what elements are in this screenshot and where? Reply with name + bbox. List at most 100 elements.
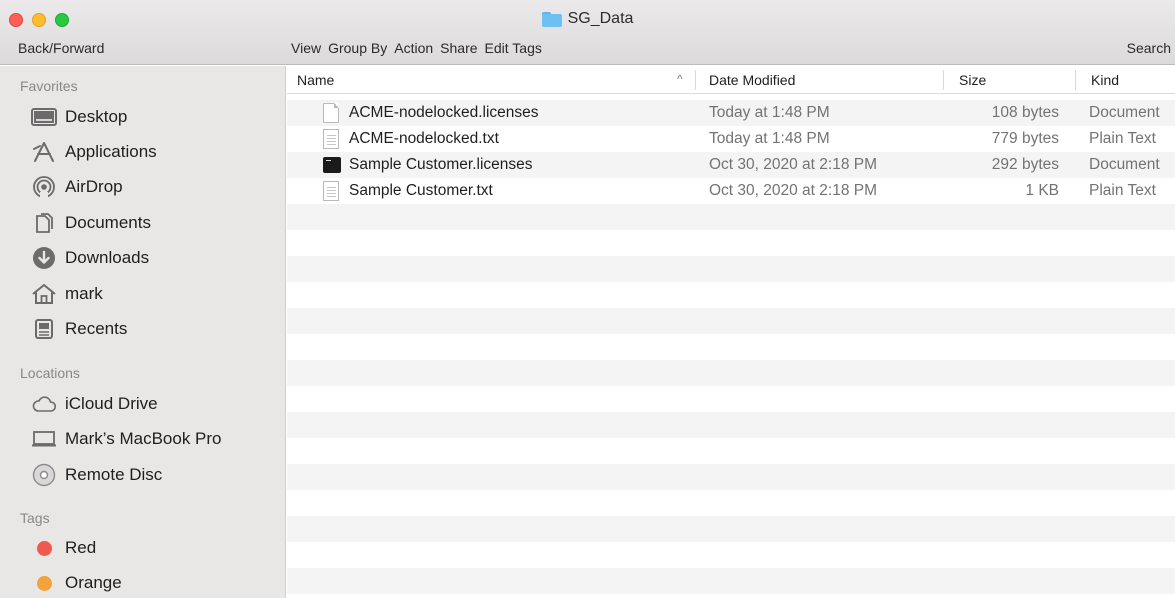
home-icon	[31, 283, 57, 305]
applications-icon	[31, 141, 57, 163]
file-size: 779 bytes	[991, 130, 1059, 147]
empty-row	[287, 256, 1175, 282]
back-forward-button[interactable]: Back/Forward	[18, 40, 104, 56]
empty-row	[287, 204, 1175, 230]
empty-row	[287, 360, 1175, 386]
folder-icon	[541, 11, 562, 27]
empty-row	[287, 334, 1175, 360]
column-divider[interactable]	[695, 70, 696, 90]
tag-red-icon	[37, 540, 52, 556]
sidebar-item-label: Applications	[65, 142, 157, 161]
file-kind: Document	[1089, 156, 1160, 173]
sidebar-item-remote-disc[interactable]: Remote Disc	[31, 461, 162, 489]
file-kind: Plain Text	[1089, 182, 1156, 199]
sort-ascending-icon: ^	[677, 72, 683, 86]
file-name: Sample Customer.licenses	[349, 156, 533, 173]
toolbar-actions: View Group By Action Share Edit Tags	[291, 40, 542, 56]
file-date-modified: Oct 30, 2020 at 2:18 PM	[709, 182, 878, 199]
sidebar: Favorites Desktop Applications AirDrop D…	[0, 66, 286, 598]
file-row[interactable]: Sample Customer.txt Oct 30, 2020 at 2:18…	[287, 178, 1175, 204]
empty-row	[287, 568, 1175, 594]
empty-row	[287, 542, 1175, 568]
terminal-file-icon	[323, 155, 341, 175]
sidebar-item-label: AirDrop	[65, 177, 123, 196]
sidebar-item-documents[interactable]: Documents	[31, 209, 151, 237]
window-titlebar: SG_Data Back/Forward View Group By Actio…	[0, 0, 1175, 65]
action-button[interactable]: Action	[394, 40, 433, 56]
file-date-modified: Oct 30, 2020 at 2:18 PM	[709, 156, 878, 173]
sidebar-item-desktop[interactable]: Desktop	[31, 103, 127, 131]
sidebar-item-tag-orange[interactable]: Orange	[31, 569, 122, 597]
window-title: SG_Data	[0, 10, 1175, 28]
cloud-icon	[31, 393, 57, 415]
file-date-modified: Today at 1:48 PM	[709, 130, 830, 147]
text-file-icon	[323, 181, 339, 201]
empty-row	[287, 308, 1175, 334]
file-name: ACME-nodelocked.licenses	[349, 104, 539, 121]
sidebar-item-airdrop[interactable]: AirDrop	[31, 173, 123, 201]
sidebar-item-label: iCloud Drive	[65, 394, 158, 413]
text-file-icon	[323, 129, 339, 149]
tag-orange-icon	[37, 575, 52, 591]
share-button[interactable]: Share	[440, 40, 477, 56]
view-button[interactable]: View	[291, 40, 321, 56]
file-kind: Document	[1089, 104, 1160, 121]
empty-row	[287, 438, 1175, 464]
empty-row	[287, 464, 1175, 490]
sidebar-item-macbook-pro[interactable]: Mark’s MacBook Pro	[31, 425, 222, 453]
sidebar-item-applications[interactable]: Applications	[31, 138, 157, 166]
laptop-icon	[31, 428, 57, 450]
recents-icon	[31, 318, 57, 340]
empty-row	[287, 386, 1175, 412]
sidebar-item-label: Recents	[65, 319, 128, 338]
sidebar-item-label: mark	[65, 284, 103, 303]
sidebar-item-label: Mark’s MacBook Pro	[65, 429, 222, 448]
empty-row	[287, 282, 1175, 308]
sidebar-item-recents[interactable]: Recents	[31, 315, 127, 343]
column-header-kind[interactable]: Kind	[1091, 66, 1119, 94]
file-row[interactable]: ACME-nodelocked.licenses Today at 1:48 P…	[287, 100, 1175, 126]
file-row[interactable]: Sample Customer.licenses Oct 30, 2020 at…	[287, 152, 1175, 178]
column-header-size[interactable]: Size	[959, 66, 986, 94]
file-size: 108 bytes	[991, 104, 1059, 121]
documents-icon	[31, 212, 57, 234]
sidebar-section-favorites: Favorites	[20, 78, 78, 94]
sidebar-item-label: Remote Disc	[65, 465, 163, 484]
sidebar-section-tags: Tags	[20, 510, 50, 526]
file-size: 1 KB	[1025, 182, 1059, 199]
file-row[interactable]: ACME-nodelocked.txt Today at 1:48 PM 779…	[287, 126, 1175, 152]
disc-icon	[31, 463, 57, 487]
file-name: ACME-nodelocked.txt	[349, 130, 499, 147]
list-header: Name ^ Date Modified Size Kind	[287, 66, 1175, 94]
file-list: Name ^ Date Modified Size Kind ACME-node…	[287, 66, 1175, 598]
search-button[interactable]: Search	[1127, 40, 1171, 56]
file-kind: Plain Text	[1089, 130, 1156, 147]
toolbar: Back/Forward View Group By Action Share …	[0, 40, 1175, 60]
sidebar-item-label: Downloads	[65, 248, 150, 267]
empty-row	[287, 516, 1175, 542]
sidebar-item-downloads[interactable]: Downloads	[31, 244, 149, 272]
sidebar-item-label: Desktop	[65, 107, 128, 126]
window-title-text: SG_Data	[567, 10, 634, 27]
empty-row	[287, 412, 1175, 438]
edit-tags-button[interactable]: Edit Tags	[485, 40, 542, 56]
file-size: 292 bytes	[991, 156, 1059, 173]
sidebar-item-label: Red	[65, 538, 97, 557]
downloads-icon	[31, 247, 57, 269]
group-by-button[interactable]: Group By	[328, 40, 387, 56]
empty-row	[287, 490, 1175, 516]
column-divider[interactable]	[1075, 70, 1076, 90]
file-date-modified: Today at 1:48 PM	[709, 104, 830, 121]
sidebar-item-icloud-drive[interactable]: iCloud Drive	[31, 390, 158, 418]
airdrop-icon	[31, 176, 57, 199]
file-name: Sample Customer.txt	[349, 182, 493, 199]
sidebar-section-locations: Locations	[20, 365, 80, 381]
column-divider[interactable]	[943, 70, 944, 90]
sidebar-item-tag-red[interactable]: Red	[31, 534, 96, 562]
column-header-name[interactable]: Name	[297, 66, 334, 94]
desktop-icon	[31, 106, 57, 128]
column-header-date-modified[interactable]: Date Modified	[709, 66, 795, 94]
sidebar-item-mark[interactable]: mark	[31, 280, 103, 308]
document-icon	[323, 103, 339, 123]
sidebar-item-label: Documents	[65, 213, 151, 232]
